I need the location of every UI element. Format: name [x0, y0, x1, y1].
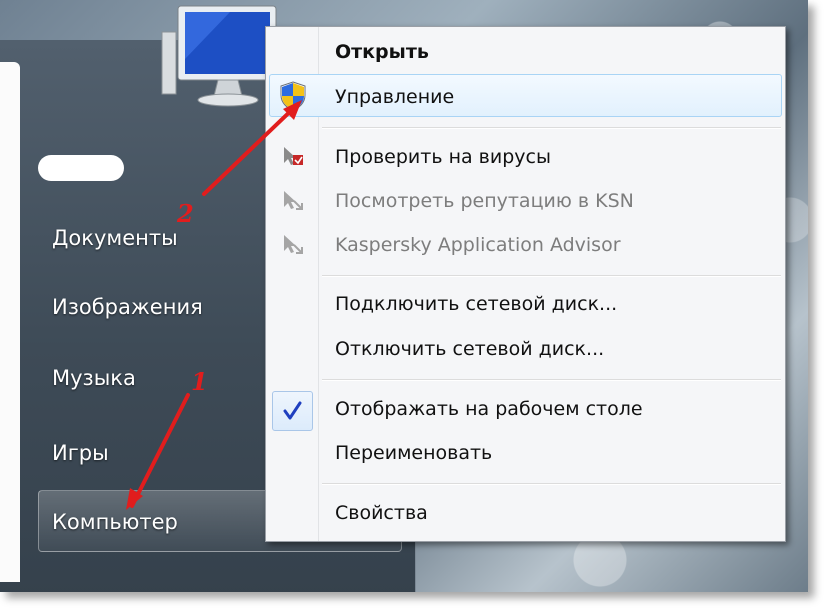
menu-item-application-advisor: Kaspersky Application Advisor	[335, 234, 621, 256]
context-menu: Открыть Управление Проверить на вирусы П…	[265, 26, 786, 542]
shield-icon	[280, 81, 306, 111]
checkmark-icon	[283, 401, 302, 420]
start-item-music[interactable]: Музыка	[52, 366, 136, 390]
kaspersky-scan-icon	[284, 147, 303, 165]
menu-item-scan-viruses[interactable]: Проверить на вирусы	[335, 146, 551, 168]
menu-item-manage[interactable]: Управление	[335, 86, 454, 108]
user-name-placeholder	[38, 155, 124, 181]
menu-item-rename[interactable]: Переименовать	[335, 442, 492, 464]
menu-separator	[322, 127, 781, 129]
menu-separator	[322, 483, 781, 485]
start-item-computer[interactable]: Компьютер	[52, 510, 178, 534]
start-menu-left-pane	[0, 62, 20, 582]
kaspersky-advisor-icon	[284, 235, 303, 254]
start-item-documents[interactable]: Документы	[52, 226, 178, 250]
start-item-games[interactable]: Игры	[52, 441, 109, 465]
menu-item-disconnect-network-drive[interactable]: Отключить сетевой диск...	[335, 338, 604, 360]
start-item-pictures[interactable]: Изображения	[52, 295, 203, 319]
show-on-desktop-check-box	[272, 391, 313, 431]
screenshot-frame: Документы Изображения Музыка Игры Компью…	[0, 0, 808, 592]
menu-separator	[322, 379, 781, 381]
menu-separator	[322, 275, 781, 277]
menu-item-properties[interactable]: Свойства	[335, 502, 428, 524]
kaspersky-ksn-icon	[284, 191, 303, 210]
menu-item-open[interactable]: Открыть	[335, 41, 429, 63]
menu-item-ksn-reputation: Посмотреть репутацию в KSN	[335, 190, 634, 212]
menu-item-show-on-desktop[interactable]: Отображать на рабочем столе	[335, 398, 643, 420]
computer-monitor-icon	[161, 5, 277, 107]
menu-item-map-network-drive[interactable]: Подключить сетевой диск...	[335, 293, 617, 315]
